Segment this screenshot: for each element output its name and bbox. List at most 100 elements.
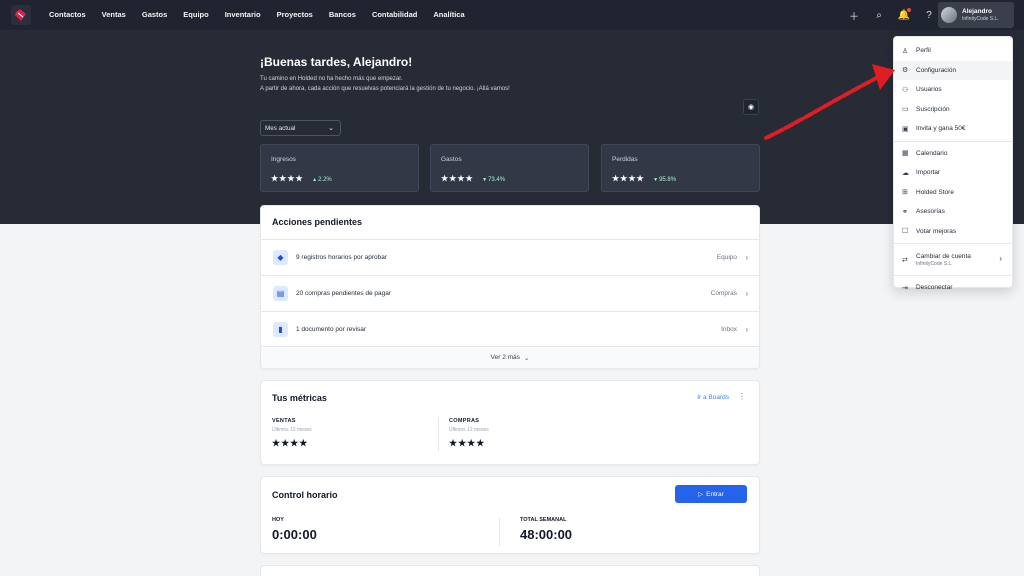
chevron-right-icon: › bbox=[745, 253, 748, 262]
play-icon: ▷ bbox=[698, 491, 704, 498]
search-icon[interactable]: ⌕ bbox=[872, 8, 886, 22]
user-dropdown-menu: ♙ Perfil ⚙ Configuración ⚇ Usuarios ▭ Suscri… bbox=[893, 36, 1013, 292]
menu-item-invite[interactable]: ▣ Invita y gana 50€ bbox=[894, 119, 1012, 139]
metric-value: ★★★★ bbox=[449, 438, 486, 448]
nav-gastos[interactable]: Gastos bbox=[134, 0, 175, 30]
chevron-down-icon: ⌄ bbox=[523, 354, 530, 362]
chevron-right-icon: › bbox=[745, 325, 748, 334]
time-control-card: Control horario ▷ Entrar HOY 0:00:00 TOT… bbox=[260, 476, 760, 554]
kpi-change: ▼73.4% bbox=[482, 177, 506, 183]
kpi-card: Ingresos ★★★★ ▲2.2% bbox=[260, 144, 419, 192]
users-icon: ⚇ bbox=[902, 86, 909, 94]
weekly-label: TOTAL SEMANAL bbox=[520, 517, 567, 523]
arrow-down-icon: ▼ bbox=[482, 177, 488, 183]
time-record-icon: ◆ bbox=[273, 250, 288, 265]
clock-in-button[interactable]: ▷ Entrar bbox=[675, 485, 747, 503]
kpi-value: ★★★★ bbox=[441, 174, 474, 183]
user-icon: ♙ bbox=[902, 47, 909, 55]
today-label: HOY bbox=[272, 517, 284, 523]
gear-icon: ⚙ bbox=[902, 67, 909, 75]
menu-item-subscription[interactable]: ▭ Suscripción bbox=[894, 100, 1012, 120]
metrics-title: Tus métricas bbox=[272, 393, 327, 403]
avatar bbox=[941, 7, 957, 23]
divider bbox=[438, 417, 439, 451]
pending-action-row[interactable]: ◆ 9 registros horarios por aprobar Equip… bbox=[261, 239, 759, 275]
pending-action-row[interactable]: ▮ 1 documento por revisar Inbox › bbox=[261, 311, 759, 347]
menu-item-store[interactable]: ⊞ Holded Store bbox=[894, 183, 1012, 203]
user-menu-button[interactable]: Alejandro InfinityCode S.L. bbox=[938, 2, 1014, 28]
nav-contabilidad[interactable]: Contabilidad bbox=[364, 0, 425, 30]
today-value: 0:00:00 bbox=[272, 527, 317, 542]
kpi-card: Perdidas ★★★★ ▼95.8% bbox=[601, 144, 760, 192]
nav-contactos[interactable]: Contactos bbox=[41, 0, 94, 30]
user-company: InfinityCode S.L. bbox=[962, 15, 999, 22]
metric-sales: VENTAS Últimos 12 meses ★★★★ bbox=[272, 418, 312, 449]
metric-value: ★★★★ bbox=[272, 438, 309, 448]
welcome-section bbox=[0, 30, 1024, 224]
notification-dot bbox=[907, 8, 911, 12]
nav-analitica[interactable]: Analítica bbox=[425, 0, 472, 30]
metric-name: COMPRAS bbox=[449, 418, 480, 424]
divider bbox=[499, 518, 500, 546]
menu-item-switch-account[interactable]: ⇄ Cambiar de cuenta InfinityCode S.L. › bbox=[894, 246, 1012, 273]
card-icon: ▭ bbox=[902, 106, 909, 114]
pending-actions-card: Acciones pendientes ◆ 9 registros horari… bbox=[260, 205, 760, 369]
pending-action-text: 1 documento por revisar bbox=[296, 326, 367, 333]
bell-icon[interactable]: 🔔 bbox=[897, 8, 911, 22]
menu-item-calendar[interactable]: ▦ Calendario bbox=[894, 144, 1012, 164]
pending-actions-title: Acciones pendientes bbox=[272, 217, 363, 227]
nav-equipo[interactable]: Equipo bbox=[175, 0, 216, 30]
chevron-down-icon: ⌄ bbox=[328, 125, 334, 132]
menu-separator bbox=[894, 243, 1012, 244]
pending-action-text: 20 compras pendientes de pagar bbox=[296, 290, 392, 297]
menu-item-settings[interactable]: ⚙ Configuración bbox=[894, 60, 1012, 80]
kpi-change: ▲2.2% bbox=[312, 177, 332, 183]
vote-icon: ☐ bbox=[902, 228, 909, 236]
more-options-icon[interactable]: ⋮ bbox=[738, 392, 746, 401]
pending-action-target: Inbox bbox=[721, 326, 737, 333]
pending-action-target: Compras bbox=[710, 290, 737, 297]
kpi-value: ★★★★ bbox=[271, 174, 304, 183]
nav-ventas[interactable]: Ventas bbox=[94, 0, 134, 30]
holded-logo-icon[interactable] bbox=[11, 5, 31, 25]
page-title: ¡Buenas tardes, Alejandro! bbox=[260, 55, 413, 69]
metrics-card: Tus métricas Ir a Boards ⋮ VENTAS Último… bbox=[260, 380, 760, 465]
top-navigation: Contactos Ventas Gastos Equipo Inventari… bbox=[0, 0, 1024, 30]
hide-values-icon[interactable]: ◉ bbox=[743, 99, 759, 115]
arrow-up-icon: ▲ bbox=[312, 177, 318, 183]
nav-proyectos[interactable]: Proyectos bbox=[269, 0, 321, 30]
menu-item-import[interactable]: ☁ Importar bbox=[894, 163, 1012, 183]
nav-inventario[interactable]: Inventario bbox=[217, 0, 269, 30]
period-select[interactable]: Mes actual ⌄ bbox=[260, 120, 341, 136]
user-name: Alejandro bbox=[962, 7, 992, 15]
menu-item-feedback[interactable]: ☐ Votar mejoras bbox=[894, 222, 1012, 242]
kpi-label: Gastos bbox=[441, 156, 462, 163]
nav-bancos[interactable]: Bancos bbox=[321, 0, 364, 30]
plus-icon[interactable]: ＋ bbox=[847, 8, 861, 23]
help-icon[interactable]: ? bbox=[922, 8, 936, 22]
pending-action-text: 9 registros horarios por aprobar bbox=[296, 254, 388, 261]
metric-period: Últimos 12 meses bbox=[272, 427, 312, 433]
go-to-boards-link[interactable]: Ir a Boards bbox=[697, 394, 729, 401]
handshake-icon: ⚭ bbox=[902, 208, 908, 216]
gift-icon: ▣ bbox=[902, 125, 909, 133]
document-icon: ▮ bbox=[273, 322, 288, 337]
next-card bbox=[260, 565, 760, 576]
menu-item-logout[interactable]: ⇥ Desconectar bbox=[894, 278, 1012, 298]
show-more-button[interactable]: Ver 2 más ⌄ bbox=[261, 346, 759, 368]
kpi-label: Perdidas bbox=[612, 156, 638, 163]
cloud-upload-icon: ☁ bbox=[902, 169, 909, 177]
menu-item-profile[interactable]: ♙ Perfil bbox=[894, 41, 1012, 61]
metric-name: VENTAS bbox=[272, 418, 296, 424]
menu-item-users[interactable]: ⚇ Usuarios bbox=[894, 80, 1012, 100]
pending-action-target: Equipo bbox=[716, 254, 737, 261]
kpi-label: Ingresos bbox=[271, 156, 296, 163]
menu-item-advisors[interactable]: ⚭ Asesorías bbox=[894, 202, 1012, 222]
menu-separator bbox=[894, 140, 1012, 142]
arrow-down-icon: ▼ bbox=[653, 177, 659, 183]
grid-icon: ⊞ bbox=[902, 189, 908, 197]
today-clock: HOY 0:00:00 bbox=[272, 517, 317, 542]
intro-line: A partir de ahora, cada acción que resue… bbox=[260, 86, 510, 92]
calendar-icon: ▦ bbox=[902, 150, 909, 158]
pending-action-row[interactable]: ▤ 20 compras pendientes de pagar Compras… bbox=[261, 275, 759, 311]
